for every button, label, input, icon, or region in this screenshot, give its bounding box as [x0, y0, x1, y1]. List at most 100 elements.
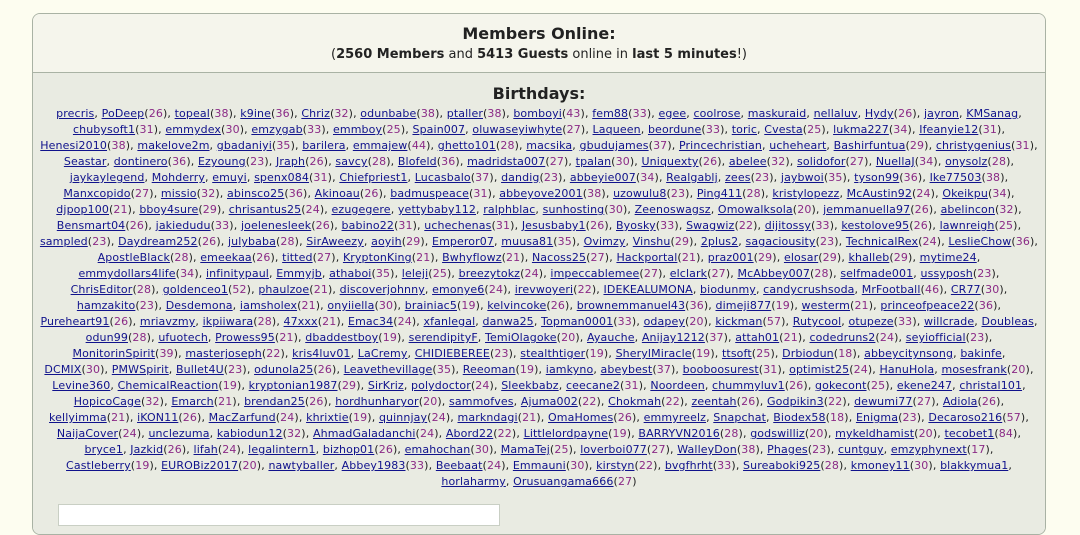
member-link[interactable]: BARRYVN2016	[638, 427, 719, 440]
member-link[interactable]: coolrose	[693, 107, 740, 120]
member-link[interactable]: Topman0001	[541, 315, 613, 328]
member-link[interactable]: makelove2m	[137, 139, 209, 152]
member-link[interactable]: WalleyDon	[677, 443, 737, 456]
member-link[interactable]: topeal	[175, 107, 210, 120]
member-link[interactable]: nellaluv	[814, 107, 858, 120]
member-link[interactable]: Mohderry	[152, 171, 205, 184]
member-link[interactable]: gbadaniyi	[217, 139, 272, 152]
member-link[interactable]: MonitorinSpirit	[72, 347, 155, 360]
member-link[interactable]: macsika	[526, 139, 572, 152]
member-link[interactable]: kristylopezz	[772, 187, 839, 200]
member-link[interactable]: sunhosting	[543, 203, 605, 216]
member-link[interactable]: princeofpeace22	[880, 299, 974, 312]
member-link[interactable]: abelincon	[941, 203, 995, 216]
member-link[interactable]: Doubleas	[982, 315, 1034, 328]
member-link[interactable]: jaybwoi	[781, 171, 824, 184]
member-link[interactable]: KMSanag	[966, 107, 1018, 120]
member-link[interactable]: CR77	[951, 283, 981, 296]
member-link[interactable]: julybaba	[228, 235, 276, 248]
member-link[interactable]: TemiOlagoke	[485, 331, 557, 344]
member-link[interactable]: ussyposh	[921, 267, 973, 280]
member-link[interactable]: phaulzoe	[258, 283, 309, 296]
member-link[interactable]: zeentah	[692, 395, 737, 408]
member-link[interactable]: MacZarfund	[209, 411, 276, 424]
member-link[interactable]: kickman	[715, 315, 762, 328]
member-link[interactable]: booboosurest	[683, 363, 759, 376]
member-link[interactable]: kryptonian1987	[249, 379, 338, 392]
member-link[interactable]: markndagi	[458, 411, 518, 424]
member-link[interactable]: Biodex58	[773, 411, 825, 424]
member-link[interactable]: Jesusbaby1	[522, 219, 586, 232]
member-link[interactable]: khrixtie	[306, 411, 349, 424]
member-link[interactable]: Emarch	[171, 395, 213, 408]
member-link[interactable]: ikpiiwara	[203, 315, 254, 328]
member-link[interactable]: Okeikpu	[942, 187, 988, 200]
member-link[interactable]: Pureheart91	[40, 315, 109, 328]
member-link[interactable]: brendan25	[244, 395, 305, 408]
member-link[interactable]: xfanlegal	[424, 315, 476, 328]
member-link[interactable]: unclezuma	[148, 427, 209, 440]
member-link[interactable]: christygenius	[936, 139, 1011, 152]
member-link[interactable]: danwa25	[483, 315, 534, 328]
member-link[interactable]: mytime24	[920, 251, 977, 264]
member-link[interactable]: athaboi	[329, 267, 371, 280]
member-link[interactable]: bomboyi	[513, 107, 562, 120]
member-link[interactable]: jayron	[924, 107, 959, 120]
member-link[interactable]: legalintern1	[248, 443, 315, 456]
member-link[interactable]: gokecont	[815, 379, 866, 392]
member-link[interactable]: nawtyballer	[268, 459, 334, 472]
member-link[interactable]: ghetto101	[438, 139, 496, 152]
member-link[interactable]: elosar	[784, 251, 818, 264]
member-link[interactable]: tecobet1	[944, 427, 994, 440]
member-link[interactable]: jakiedudu	[156, 219, 211, 232]
member-link[interactable]: McAbbey007	[737, 267, 810, 280]
member-link[interactable]: horlaharmy	[441, 475, 506, 488]
member-link[interactable]: Lucasbalo	[415, 171, 471, 184]
member-link[interactable]: beordune	[648, 123, 701, 136]
member-link[interactable]: hamzakito	[77, 299, 136, 312]
member-link[interactable]: odapey	[644, 315, 685, 328]
member-link[interactable]: stealthtiger	[520, 347, 585, 360]
member-link[interactable]: dontinero	[114, 155, 168, 168]
member-link[interactable]: polydoctor	[411, 379, 471, 392]
member-link[interactable]: NaijaCover	[57, 427, 118, 440]
member-link[interactable]: kabiodun12	[217, 427, 283, 440]
member-link[interactable]: CHIDIEBEREE	[415, 347, 490, 360]
member-link[interactable]: Daydream252	[118, 235, 198, 248]
member-link[interactable]: NuellaJ	[876, 155, 915, 168]
member-link[interactable]: Decaroso216	[928, 411, 1002, 424]
member-link[interactable]: Vinshu	[633, 235, 671, 248]
member-link[interactable]: emmydollars4life	[78, 267, 175, 280]
member-link[interactable]: Ping411	[697, 187, 742, 200]
member-link[interactable]: iamsholex	[240, 299, 297, 312]
member-link[interactable]: KryptonKing	[343, 251, 412, 264]
member-link[interactable]: dandig	[501, 171, 539, 184]
member-link[interactable]: Hydy	[865, 107, 894, 120]
member-link[interactable]: chrisantus25	[229, 203, 302, 216]
member-link[interactable]: odunbabe	[360, 107, 416, 120]
member-link[interactable]: kestolove95	[841, 219, 909, 232]
member-link[interactable]: tyson99	[854, 171, 899, 184]
member-link[interactable]: PMWSpirit	[112, 363, 169, 376]
member-link[interactable]: k9ine	[240, 107, 271, 120]
member-link[interactable]: Sureaboki925	[743, 459, 820, 472]
member-link[interactable]: Uniquexty	[642, 155, 699, 168]
member-link[interactable]: Abbey1983	[342, 459, 406, 472]
member-link[interactable]: abbeyove2001	[499, 187, 582, 200]
member-link[interactable]: solidofor	[797, 155, 846, 168]
member-link[interactable]: bvgfhrht	[665, 459, 713, 472]
member-link[interactable]: Ayauche	[587, 331, 635, 344]
member-link[interactable]: jaykaylegend	[70, 171, 145, 184]
member-link[interactable]: Omowalksola	[718, 203, 793, 216]
member-link[interactable]: emmyreelz	[644, 411, 706, 424]
member-link[interactable]: godswilliz	[750, 427, 805, 440]
member-link[interactable]: biodunmy	[700, 283, 756, 296]
member-link[interactable]: elclark	[670, 267, 707, 280]
member-link[interactable]: abbeycitynsong	[864, 347, 953, 360]
member-link[interactable]: chubysoft1	[73, 123, 135, 136]
member-link[interactable]: sampled	[40, 235, 88, 248]
member-link[interactable]: Anijay1212	[642, 331, 705, 344]
member-link[interactable]: 47xxx	[284, 315, 318, 328]
member-link[interactable]: 2plus2	[701, 235, 738, 248]
member-link[interactable]: zees	[725, 171, 751, 184]
